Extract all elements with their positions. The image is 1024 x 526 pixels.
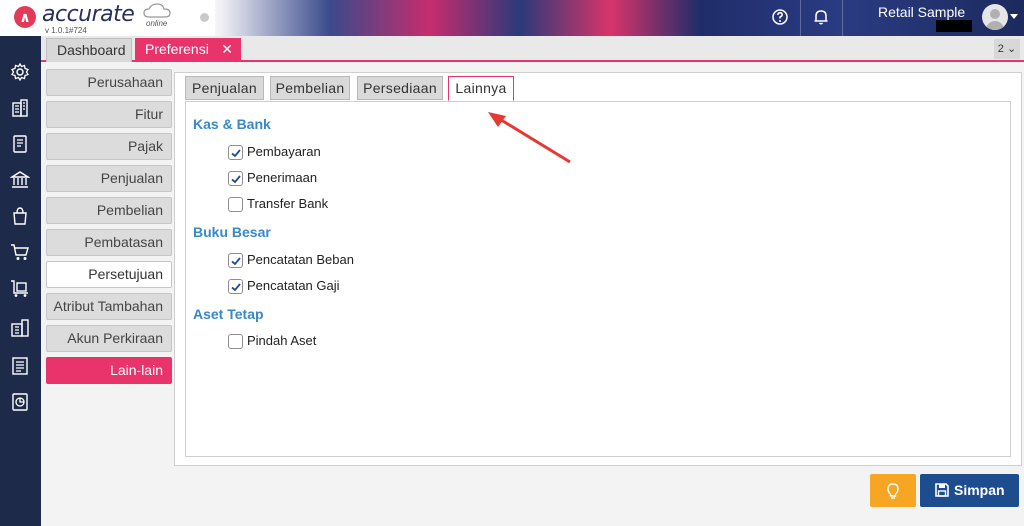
accurate-logo-icon: ∧ <box>14 6 36 28</box>
checkbox-pencatatan-gaji[interactable] <box>228 279 243 294</box>
side-menu-atribut-tambahan[interactable]: Atribut Tambahan <box>46 293 172 320</box>
side-menu-penjualan[interactable]: Penjualan <box>46 165 172 192</box>
cart-icon[interactable] <box>10 242 30 262</box>
subtab-penjualan[interactable]: Penjualan <box>185 76 264 100</box>
tab-preferensi[interactable]: Preferensi ✕ <box>135 38 241 62</box>
subtab-pembelian[interactable]: Pembelian <box>270 76 350 100</box>
checkbox-penerimaan[interactable] <box>228 171 243 186</box>
checkbox-pindah-aset[interactable] <box>228 334 243 349</box>
checkbox-pembayaran[interactable] <box>228 145 243 160</box>
assets-icon[interactable] <box>10 318 30 338</box>
tab-strip: Dashboard Preferensi ✕ 2 ⌄ <box>41 36 1024 62</box>
chevron-down-icon[interactable] <box>1010 14 1018 19</box>
subtab-lainnya[interactable]: Lainnya <box>448 76 514 101</box>
close-icon[interactable]: ✕ <box>221 38 233 60</box>
report-chart-icon[interactable] <box>10 392 30 412</box>
side-menu-pembatasan[interactable]: Pembatasan <box>46 229 172 256</box>
lainnya-content: Kas & Bank Pembayaran Penerimaan Transfe… <box>185 101 1011 457</box>
checkbox-label: Pembayaran <box>247 144 321 159</box>
check-icon <box>231 175 241 184</box>
ledger-book-icon[interactable] <box>10 134 30 154</box>
left-navigation <box>0 36 41 526</box>
side-menu-lain-lain[interactable]: Lain-lain <box>46 357 172 384</box>
avatar[interactable] <box>982 4 1008 30</box>
subtab-persediaan[interactable]: Persediaan <box>357 76 443 100</box>
checkbox-transfer-bank[interactable] <box>228 197 243 212</box>
version-label: v 1.0.1#724 <box>45 26 87 35</box>
section-aset-tetap: Aset Tetap <box>193 306 264 322</box>
logo-text: accurate <box>42 2 135 27</box>
checkbox-label: Pindah Aset <box>247 333 317 348</box>
checkbox-label: Pencatatan Beban <box>247 252 354 267</box>
header-divider <box>842 0 843 36</box>
settings-panel: Penjualan Pembelian Persediaan Lainnya K… <box>174 72 1022 466</box>
bell-icon[interactable] <box>812 8 830 26</box>
save-button-label: Simpan <box>954 482 1005 498</box>
checkbox-label: Penerimaan <box>247 170 318 185</box>
open-tabs-count[interactable]: 2 ⌄ <box>994 39 1020 59</box>
side-menu-akun-perkiraan[interactable]: Akun Perkiraan <box>46 325 172 352</box>
status-dot <box>200 13 209 22</box>
floppy-disk-icon <box>935 483 949 497</box>
section-buku-besar: Buku Besar <box>193 224 271 240</box>
cloud-icon <box>143 3 171 18</box>
side-menu-fitur[interactable]: Fitur <box>46 101 172 128</box>
side-menu-pajak[interactable]: Pajak <box>46 133 172 160</box>
check-icon <box>231 149 241 158</box>
redacted-user-info <box>936 20 972 32</box>
bank-icon[interactable] <box>10 170 30 190</box>
annotation-arrow-icon <box>488 112 571 164</box>
side-menu-pembelian[interactable]: Pembelian <box>46 197 172 224</box>
inventory-cart-icon[interactable] <box>10 278 30 298</box>
tips-button[interactable] <box>870 474 916 507</box>
section-kas-bank: Kas & Bank <box>193 116 271 132</box>
logo-subtext: online <box>146 19 168 28</box>
checkbox-pencatatan-beban[interactable] <box>228 253 243 268</box>
side-menu-persetujuan[interactable]: Persetujuan <box>46 261 172 288</box>
check-icon <box>231 283 241 292</box>
sales-bag-icon[interactable] <box>10 206 30 226</box>
top-header: ∧ accurate online v 1.0.1#724 Retail Sam… <box>0 0 1024 36</box>
tab-dashboard[interactable]: Dashboard <box>46 38 132 62</box>
building-icon[interactable] <box>10 98 30 118</box>
save-button[interactable]: Simpan <box>920 474 1019 507</box>
user-name[interactable]: Retail Sample <box>878 4 965 20</box>
gear-icon[interactable] <box>10 62 30 82</box>
checkbox-label: Transfer Bank <box>247 196 329 211</box>
side-menu-perusahaan[interactable]: Perusahaan <box>46 69 172 96</box>
logo-area[interactable]: ∧ accurate online v 1.0.1#724 <box>0 0 215 36</box>
check-icon <box>231 257 241 266</box>
lightbulb-icon <box>887 483 899 499</box>
tab-preferensi-label: Preferensi <box>145 41 209 57</box>
checkbox-label: Pencatatan Gaji <box>247 278 340 293</box>
help-icon[interactable] <box>771 8 789 26</box>
tax-document-icon[interactable] <box>10 356 30 376</box>
header-divider <box>800 0 801 36</box>
